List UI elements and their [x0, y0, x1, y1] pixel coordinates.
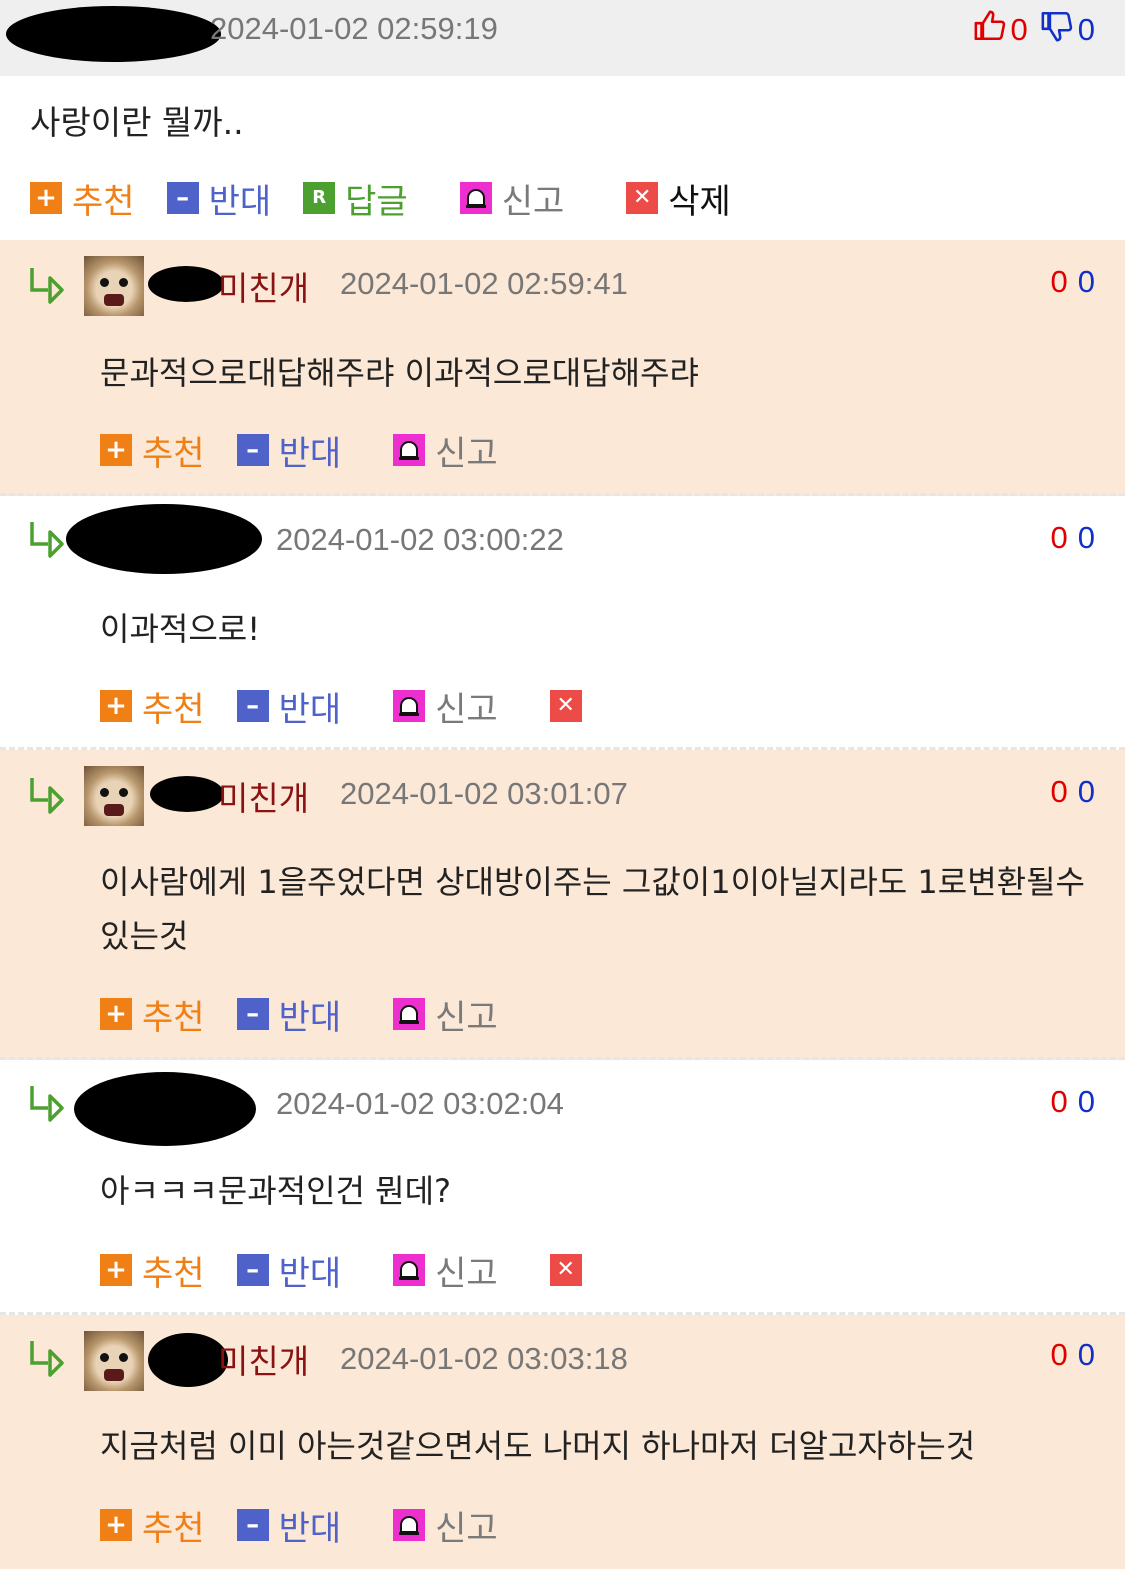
post-vote-counts: 0 0	[973, 9, 1095, 51]
minus-icon: –	[236, 1509, 269, 1541]
comment-vote-counts: 00	[1050, 774, 1096, 809]
plus-icon: +	[100, 1509, 132, 1541]
reply-arrow-icon	[30, 522, 64, 558]
plus-icon: +	[100, 1254, 132, 1286]
downvote-count: 0	[1077, 12, 1095, 47]
post-body: 사랑이란 뭘까..	[30, 103, 244, 142]
comment-body: 이사람에게 1을주었다면 상대방이주는 그값이1이아닐지라도 1로변환될수있는것	[100, 863, 1085, 955]
delete-button[interactable]: ✕ 삭제	[626, 174, 731, 223]
avatar[interactable]	[84, 766, 144, 826]
recommend-button[interactable]: + 추천	[100, 682, 205, 731]
comment-nickname[interactable]: 미친개	[218, 1335, 309, 1383]
siren-icon	[393, 1254, 426, 1286]
comment-item: 2024-01-02 03:00:22 00 이과적으로! + 추천 – 반대 신고…	[0, 496, 1125, 750]
oppose-button[interactable]: – 반대	[236, 1246, 341, 1295]
delete-button[interactable]: ✕	[549, 1254, 582, 1286]
comment-vote-counts: 00	[1050, 264, 1096, 299]
oppose-button[interactable]: – 반대	[236, 682, 341, 731]
delete-button[interactable]: ✕	[549, 690, 582, 722]
reply-icon: R	[303, 182, 336, 214]
close-icon: ✕	[549, 690, 582, 722]
report-button[interactable]: 신고	[459, 174, 564, 223]
report-button[interactable]: 신고	[393, 1501, 498, 1550]
oppose-button[interactable]: – 반대	[166, 174, 271, 223]
redacted-author	[66, 504, 262, 574]
comment-item: 미친개 2024-01-02 02:59:41 00 문과적으로대답해주랴 이과…	[0, 240, 1125, 496]
reply-arrow-icon	[30, 778, 64, 814]
recommend-button[interactable]: + 추천	[100, 1246, 205, 1295]
comment-body: 아ㅋㅋㅋ문과적인건 뭔데?	[100, 1172, 451, 1210]
comment-timestamp: 2024-01-02 03:01:07	[340, 776, 628, 811]
report-button[interactable]: 신고	[393, 426, 498, 475]
comment-actions: + 추천 – 반대 신고	[100, 990, 498, 1039]
redacted-nickname	[148, 266, 224, 302]
comment-body: 지금처럼 이미 아는것같으면서도 나머지 하나마저 더알고자하는것	[100, 1427, 976, 1465]
siren-icon	[459, 182, 492, 214]
comment-nickname[interactable]: 미친개	[218, 262, 309, 310]
comment-vote-counts: 00	[1050, 1084, 1096, 1119]
upvote-count: 0	[1010, 12, 1028, 47]
post-header: 2024-01-02 02:59:19 0 0	[0, 0, 1125, 76]
post-actions: + 추천 – 반대 R 답글 신고 ✕ 삭제	[30, 174, 731, 223]
comment-timestamp: 2024-01-02 03:00:22	[276, 522, 564, 557]
oppose-button[interactable]: – 반대	[236, 990, 341, 1039]
minus-icon: –	[236, 690, 269, 722]
report-button[interactable]: 신고	[393, 1246, 498, 1295]
plus-icon: +	[100, 434, 132, 466]
siren-icon	[393, 434, 426, 466]
reply-arrow-icon	[30, 1341, 64, 1377]
redacted-author	[6, 6, 221, 62]
comment-actions: + 추천 – 반대 신고	[100, 426, 498, 475]
oppose-button[interactable]: – 반대	[236, 1501, 341, 1550]
recommend-button[interactable]: + 추천	[100, 1501, 205, 1550]
thumbs-down-icon[interactable]	[1040, 9, 1074, 51]
avatar[interactable]	[84, 256, 144, 316]
siren-icon	[393, 1509, 426, 1541]
minus-icon: –	[166, 182, 199, 214]
reply-arrow-icon	[30, 1086, 64, 1122]
recommend-button[interactable]: + 추천	[100, 990, 205, 1039]
comment-item: 미친개 2024-01-02 03:03:18 00 지금처럼 이미 아는것같으…	[0, 1315, 1125, 1569]
reply-arrow-icon	[30, 268, 64, 304]
comment-actions: + 추천 – 반대 신고 ✕	[100, 1246, 582, 1295]
comment-timestamp: 2024-01-02 03:02:04	[276, 1086, 564, 1121]
close-icon: ✕	[626, 182, 659, 214]
plus-icon: +	[100, 690, 132, 722]
plus-icon: +	[100, 998, 132, 1030]
avatar[interactable]	[84, 1331, 144, 1391]
recommend-button[interactable]: + 추천	[30, 174, 135, 223]
comment-actions: + 추천 – 반대 신고	[100, 1501, 498, 1550]
comment-vote-counts: 00	[1050, 520, 1096, 555]
comment-nickname[interactable]: 미친개	[218, 772, 309, 820]
minus-icon: –	[236, 434, 269, 466]
redacted-author	[74, 1072, 256, 1146]
redacted-nickname	[150, 776, 224, 812]
comment-vote-counts: 00	[1050, 1337, 1096, 1372]
comment-actions: + 추천 – 반대 신고 ✕	[100, 682, 582, 731]
siren-icon	[393, 690, 426, 722]
comment-item: 미친개 2024-01-02 03:01:07 00 이사람에게 1을주었다면 …	[0, 750, 1125, 1060]
post-timestamp: 2024-01-02 02:59:19	[210, 11, 498, 46]
recommend-button[interactable]: + 추천	[100, 426, 205, 475]
minus-icon: –	[236, 998, 269, 1030]
reply-button[interactable]: R 답글	[303, 174, 408, 223]
comment-item: 2024-01-02 03:02:04 00 아ㅋㅋㅋ문과적인건 뭔데? + 추천…	[0, 1060, 1125, 1315]
comment-body: 이과적으로!	[100, 610, 261, 648]
thumbs-up-icon[interactable]	[973, 9, 1007, 51]
minus-icon: –	[236, 1254, 269, 1286]
report-button[interactable]: 신고	[393, 682, 498, 731]
comment-body: 문과적으로대답해주랴 이과적으로대답해주랴	[100, 354, 699, 392]
redacted-nickname	[148, 1333, 228, 1387]
comment-timestamp: 2024-01-02 03:03:18	[340, 1341, 628, 1376]
siren-icon	[393, 998, 426, 1030]
oppose-button[interactable]: – 반대	[236, 426, 341, 475]
plus-icon: +	[30, 182, 62, 214]
close-icon: ✕	[549, 1254, 582, 1286]
comment-timestamp: 2024-01-02 02:59:41	[340, 266, 628, 301]
report-button[interactable]: 신고	[393, 990, 498, 1039]
